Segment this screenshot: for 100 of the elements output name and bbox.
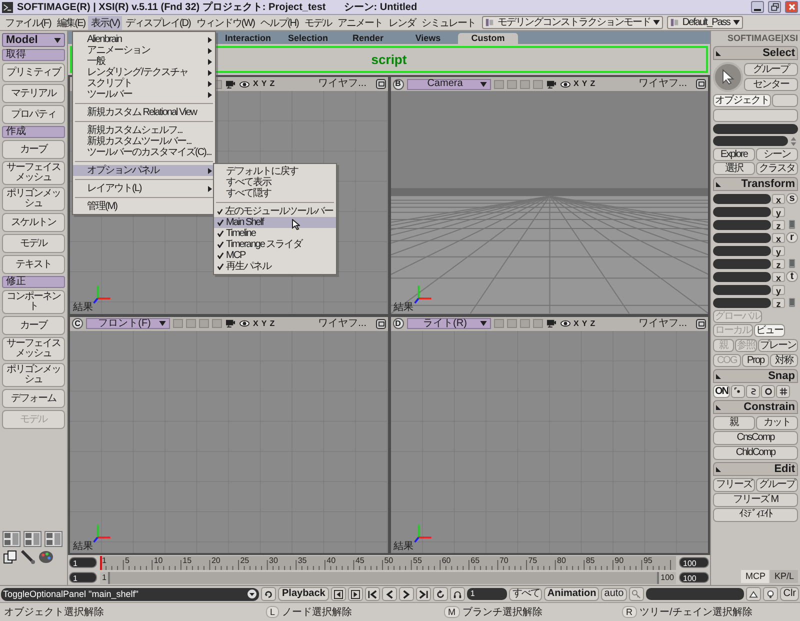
panel-button[interactable]: Prop xyxy=(742,354,770,367)
menu-item[interactable]: Timerange スライダ xyxy=(214,239,336,250)
menu-item[interactable]: アニメート xyxy=(334,16,386,30)
panel-button[interactable]: CnsComp xyxy=(713,431,798,445)
axis-button[interactable]: z xyxy=(772,220,785,230)
snap-button[interactable] xyxy=(776,385,790,398)
maximize-icon[interactable] xyxy=(696,79,706,89)
menu-item[interactable]: 新規カスタムシェルフ... xyxy=(73,125,215,136)
loop-button[interactable] xyxy=(433,587,448,601)
mode-dropdown[interactable]: モデリングコンストラクションモード xyxy=(482,16,664,29)
shelf-tab[interactable]: Custom xyxy=(458,33,518,44)
panel-button[interactable]: オブジェクト xyxy=(713,94,771,107)
menu-item[interactable]: アニメーション xyxy=(73,45,215,56)
range-track[interactable]: 1 100 xyxy=(100,572,676,584)
collapse-icon[interactable] xyxy=(716,404,721,410)
panel-button[interactable]: シーン xyxy=(756,148,798,161)
axis-button[interactable]: x xyxy=(772,194,785,204)
viewport[interactable]: 結果 xyxy=(390,330,708,553)
shading-mode[interactable]: ワイヤフ... xyxy=(318,79,366,89)
axis-toggle[interactable]: Y xyxy=(582,78,588,90)
palette-icon[interactable] xyxy=(38,549,54,565)
value-field[interactable] xyxy=(713,124,798,134)
history-button[interactable] xyxy=(261,587,276,601)
menu-item[interactable]: ウィンドウ(W) xyxy=(193,16,258,30)
maximize-icon[interactable] xyxy=(696,318,706,328)
axis-button[interactable]: x xyxy=(772,272,785,282)
tool-button[interactable]: プリミティブ xyxy=(2,63,65,82)
axis-toggle[interactable]: X xyxy=(253,318,258,330)
value-field[interactable] xyxy=(713,136,788,146)
axis-button[interactable]: y xyxy=(772,206,785,216)
menu-item[interactable]: ヘルプ(H) xyxy=(257,16,302,30)
menu-item[interactable]: MCP xyxy=(214,250,336,261)
tool-button[interactable]: サーフェイスメッシュ xyxy=(2,337,65,361)
camera-icon[interactable] xyxy=(225,319,236,328)
panel-tab[interactable]: KP/L xyxy=(770,570,798,583)
list-icon[interactable] xyxy=(786,258,798,269)
collapse-icon[interactable] xyxy=(716,182,721,186)
value-field[interactable] xyxy=(713,284,771,294)
restore-button[interactable] xyxy=(768,1,781,13)
menu-item[interactable]: 再生パネル xyxy=(214,261,336,272)
menu-item[interactable]: すべて隠す xyxy=(214,188,336,199)
menu-item[interactable]: モデル xyxy=(301,16,334,30)
axis-toggle[interactable]: Z xyxy=(590,78,596,90)
menu-item[interactable]: シミュレート xyxy=(418,16,478,30)
menu-item[interactable]: 編集(E) xyxy=(54,16,88,30)
all-button[interactable]: すべて xyxy=(509,588,542,600)
timeline-ruler[interactable]: 1 5 10 15 20 25 30 35 40 45 50 55 60 65 70 75 80 85 90 95 xyxy=(100,556,676,570)
value-field[interactable] xyxy=(713,298,771,308)
panel-button[interactable]: グループ xyxy=(744,63,798,76)
collapse-icon[interactable] xyxy=(716,374,721,378)
panel-button[interactable]: Explore xyxy=(713,148,755,161)
tool-button[interactable]: サーフェイスメッシュ xyxy=(2,161,65,185)
mode-button[interactable]: t xyxy=(786,271,798,282)
menu-item[interactable]: スクリプト xyxy=(73,78,215,89)
viewport[interactable]: 結果 xyxy=(70,330,388,553)
eye-icon[interactable] xyxy=(560,80,570,88)
audio-button[interactable] xyxy=(450,587,466,601)
brush-icon[interactable] xyxy=(20,549,36,565)
tool-button[interactable]: ポリゴンメッシュ xyxy=(2,187,65,211)
menu-item[interactable]: Main Shelf xyxy=(214,217,336,228)
value-field[interactable] xyxy=(646,588,744,600)
snap-button[interactable] xyxy=(731,385,745,398)
range-start-handle[interactable]: 1 xyxy=(100,572,110,584)
eye-icon[interactable] xyxy=(560,319,570,328)
panel-button[interactable]: ｲﾐﾃﾞｨｴｲﾄ xyxy=(713,508,798,522)
panel-button[interactable]: ChldComp xyxy=(713,446,798,460)
axis-toggle[interactable]: X xyxy=(574,318,579,330)
menu-item[interactable]: 新規カスタム Relational View xyxy=(73,107,215,118)
camera-icon[interactable] xyxy=(546,319,556,328)
panel-button[interactable]: フリーズ M xyxy=(713,493,798,507)
shading-mode[interactable]: ワイヤフ... xyxy=(318,318,366,328)
mode-button[interactable]: s xyxy=(786,193,798,204)
axis-button[interactable]: x xyxy=(772,232,785,242)
axis-toggle[interactable]: Z xyxy=(270,78,275,90)
clear-button[interactable]: Clr xyxy=(780,587,799,601)
mode-button[interactable]: r xyxy=(786,232,798,243)
value-field[interactable] xyxy=(713,206,771,216)
view-dropdown[interactable]: Camera xyxy=(406,78,490,90)
close-button[interactable] xyxy=(785,1,798,13)
first-frame-button[interactable] xyxy=(365,587,380,601)
tool-button[interactable]: ポリゴンメッシュ xyxy=(2,363,65,387)
panel-button[interactable]: クラスタ xyxy=(756,162,798,175)
shading-mode[interactable]: ワイヤフ... xyxy=(638,79,687,89)
frame-field[interactable]: 1 xyxy=(467,588,508,600)
collapse-icon[interactable] xyxy=(716,466,721,472)
end-frame-field[interactable]: 100 xyxy=(679,557,709,568)
module-dropdown[interactable]: Model xyxy=(2,33,65,47)
tool-button[interactable]: テキスト xyxy=(2,255,65,274)
arrows-icon[interactable] xyxy=(789,136,798,146)
select-tool-button[interactable] xyxy=(713,62,743,92)
panel-button[interactable]: ビュー xyxy=(754,324,785,337)
axis-toggle[interactable]: Y xyxy=(261,318,267,330)
axis-toggle[interactable]: Y xyxy=(261,78,267,90)
menu-item[interactable]: ツールバー xyxy=(73,89,215,100)
list-icon[interactable] xyxy=(786,219,798,230)
command-field[interactable]: ToggleOptionalPanel "main_shelf" xyxy=(1,588,259,600)
axis-button[interactable]: y xyxy=(772,246,785,256)
tool-button[interactable]: スケルトン xyxy=(2,213,65,232)
tool-button[interactable]: カーブ xyxy=(2,316,65,335)
up-button[interactable] xyxy=(746,587,762,601)
